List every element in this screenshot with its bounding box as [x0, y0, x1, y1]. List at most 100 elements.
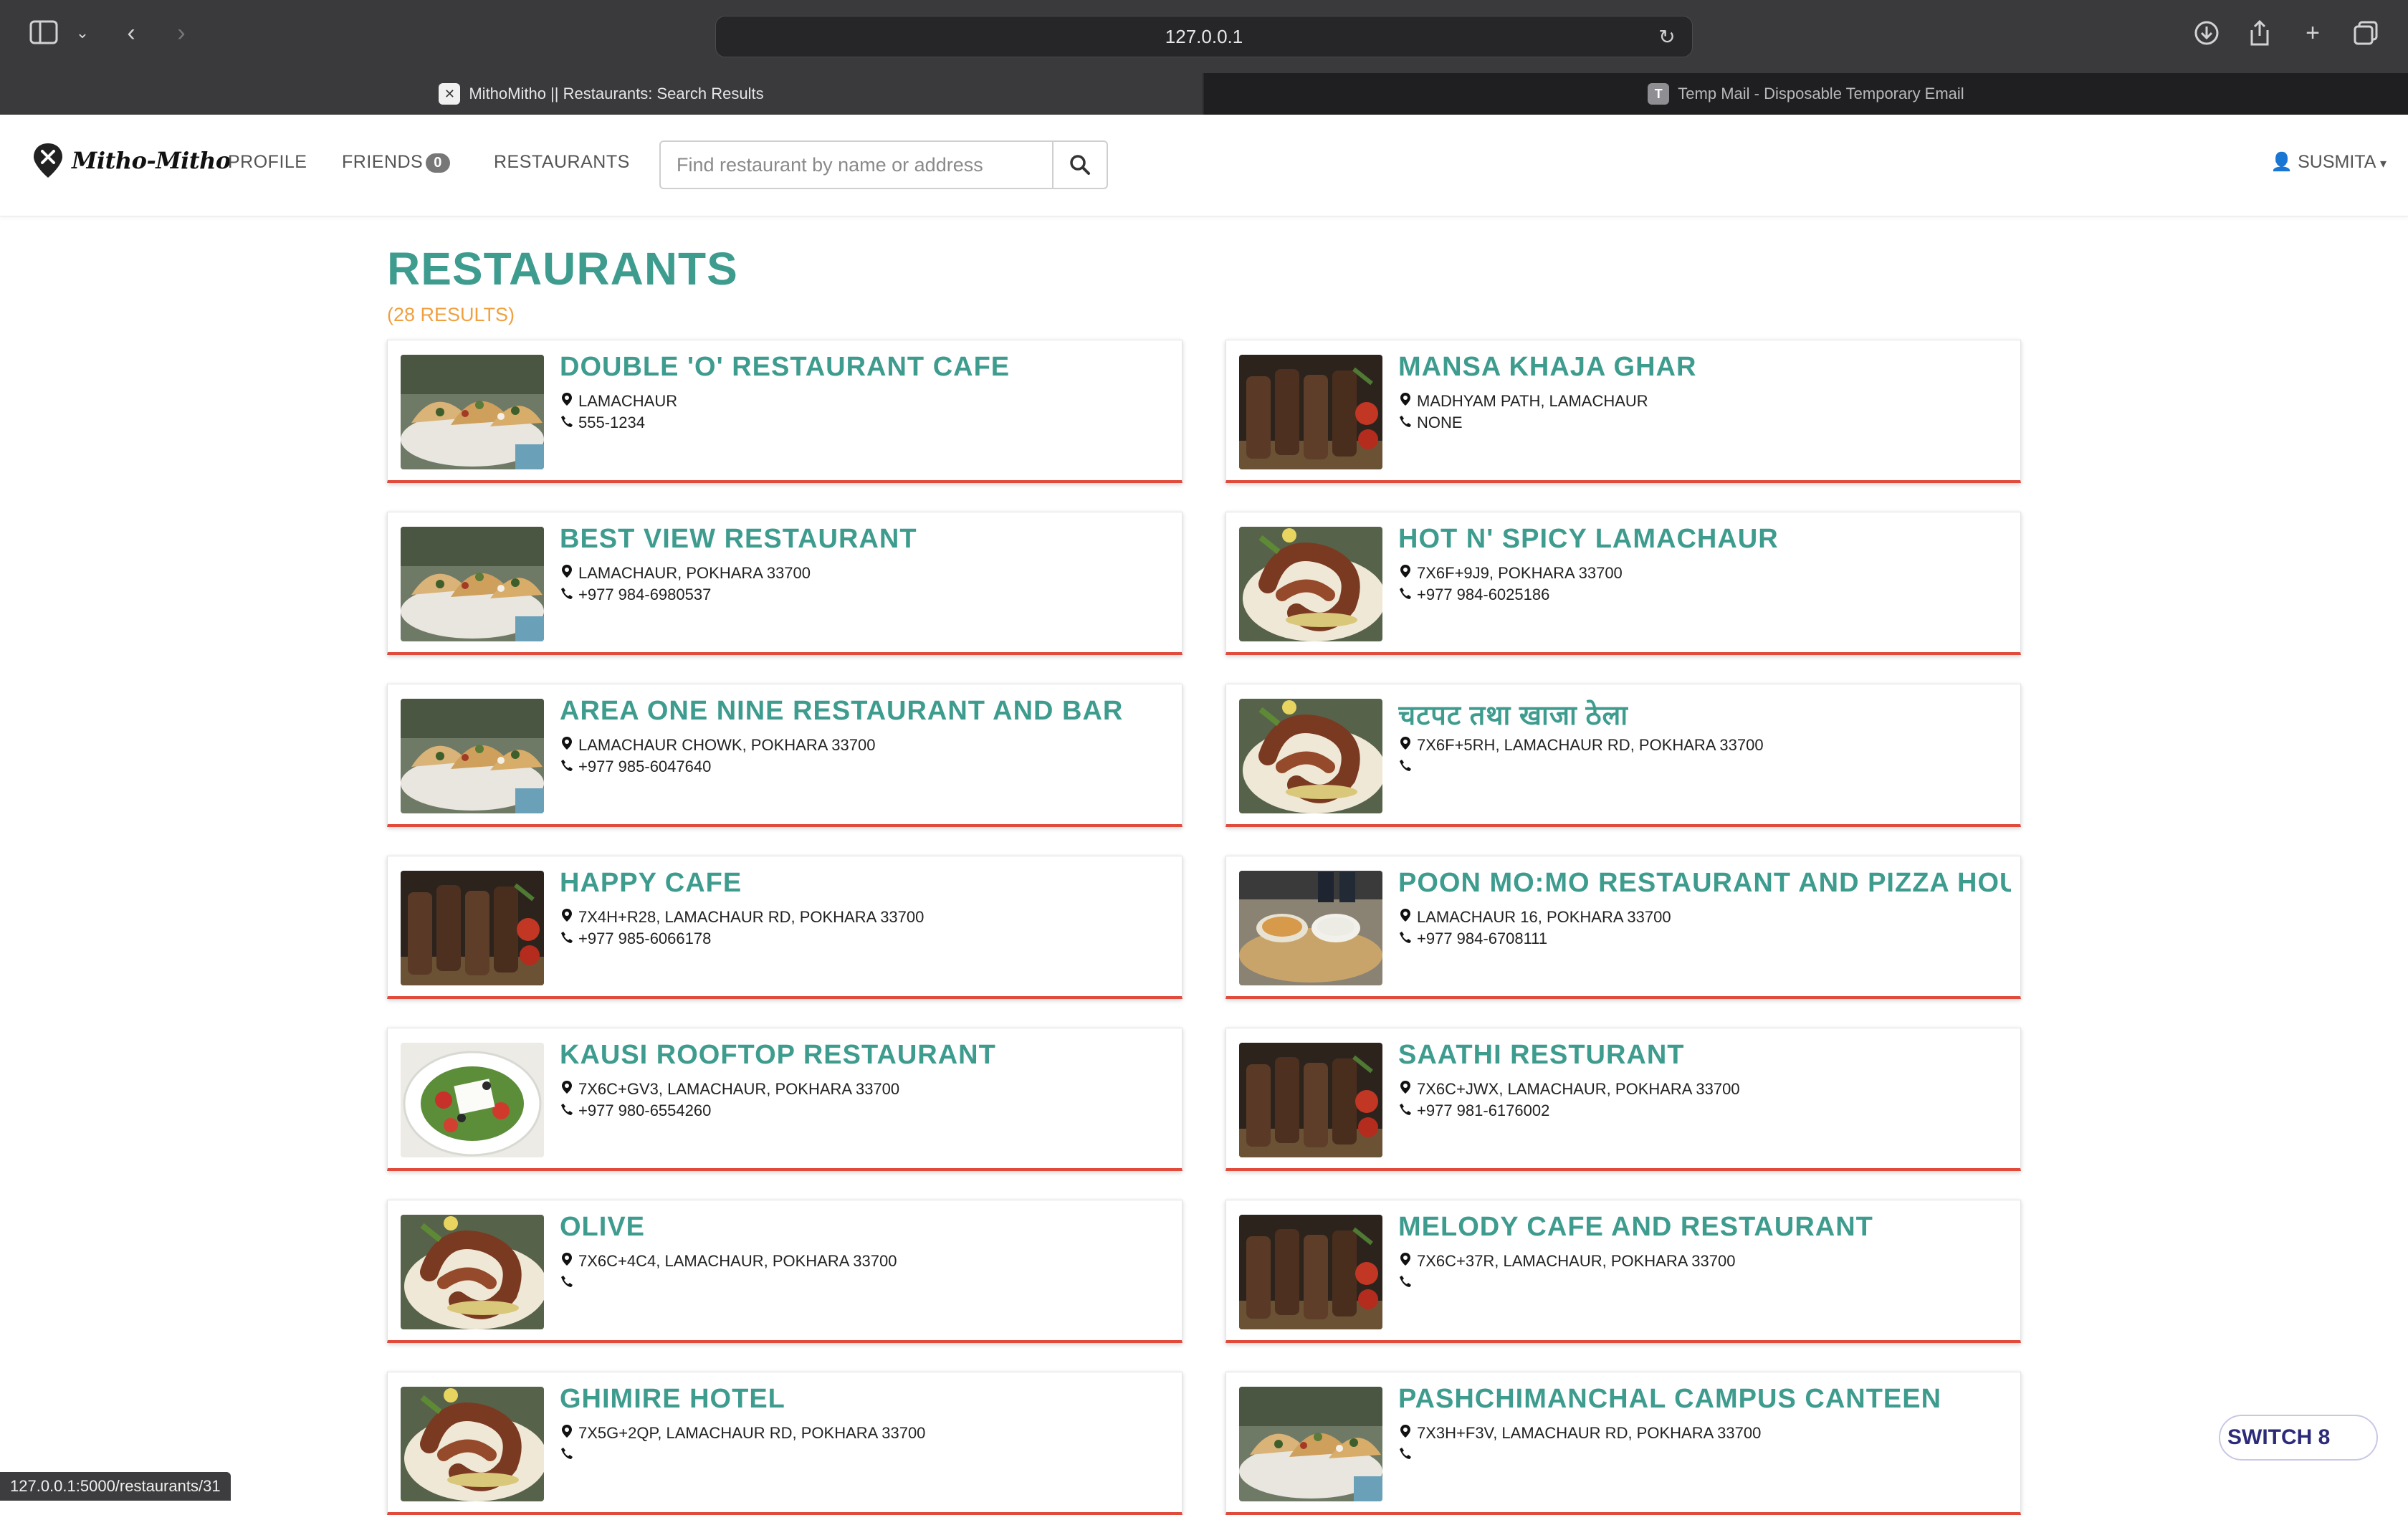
restaurant-name[interactable]: HAPPY CAFE — [560, 868, 742, 899]
restaurant-image[interactable] — [1239, 699, 1382, 813]
new-tab-icon[interactable]: + — [2296, 19, 2329, 52]
restaurant-name[interactable]: HOT N' SPICY LAMACHAUR — [1398, 524, 1779, 555]
restaurant-name[interactable]: DOUBLE 'O' RESTAURANT CAFE — [560, 352, 1010, 383]
restaurant-image[interactable] — [401, 699, 544, 813]
phone-text: +977 980-6554260 — [578, 1101, 712, 1119]
search-icon — [1070, 155, 1090, 175]
restaurant-card[interactable]: BEST VIEW RESTAURANT LAMACHAUR, POKHARA 3… — [387, 512, 1182, 655]
caret-down-icon: ▾ — [2379, 156, 2386, 171]
search-button[interactable] — [1052, 140, 1108, 189]
restaurant-image[interactable] — [1239, 527, 1382, 641]
phone-icon — [560, 1275, 574, 1292]
restaurant-card[interactable]: KAUSI ROOFTOP RESTAURANT 7X6C+GV3, LAMACH… — [387, 1028, 1182, 1171]
restaurant-image[interactable] — [401, 871, 544, 985]
restaurant-image[interactable] — [1239, 355, 1382, 469]
restaurant-address: LAMACHAUR 16, POKHARA 33700 — [1398, 908, 1671, 927]
back-icon[interactable]: ‹ — [115, 19, 148, 52]
map-pin-logo-icon — [34, 143, 62, 178]
brand-link[interactable]: Mitho-Mitho — [32, 142, 231, 179]
restaurant-card[interactable]: MELODY CAFE AND RESTAURANT 7X6C+37R, LAMA… — [1226, 1200, 2021, 1343]
nav-restaurants[interactable]: RESTAURANTS — [494, 152, 630, 173]
phone-icon — [1398, 587, 1413, 604]
restaurant-address: LAMACHAUR, POKHARA 33700 — [560, 564, 811, 583]
restaurant-phone: +977 984-6708111 — [1398, 929, 1547, 948]
phone-text: +977 984-6980537 — [578, 586, 712, 603]
restaurant-image[interactable] — [1239, 871, 1382, 985]
nav-profile[interactable]: PROFILE — [228, 152, 307, 173]
restaurant-name[interactable]: BEST VIEW RESTAURANT — [560, 524, 917, 555]
restaurant-card[interactable]: HOT N' SPICY LAMACHAUR 7X6F+9J9, POKHARA … — [1226, 512, 2021, 655]
sidebar-toggle-icon[interactable] — [27, 20, 60, 53]
restaurant-card[interactable]: चटपट तथा खाजा ठेला 7X6F+5RH, LAMACHAUR RD… — [1226, 684, 2021, 827]
restaurant-card[interactable]: GHIMIRE HOTEL 7X5G+2QP, LAMACHAUR RD, POK… — [387, 1372, 1182, 1515]
page-title: RESTAURANTS — [387, 243, 738, 295]
restaurant-image[interactable] — [401, 1387, 544, 1501]
restaurant-phone: +977 984-6980537 — [560, 586, 711, 604]
restaurant-address: 7X6C+GV3, LAMACHAUR, POKHARA 33700 — [560, 1080, 899, 1099]
tab-overview-icon[interactable] — [2349, 20, 2382, 53]
restaurant-address: LAMACHAUR CHOWK, POKHARA 33700 — [560, 736, 875, 755]
restaurant-phone: +977 984-6025186 — [1398, 586, 1549, 604]
restaurant-image[interactable] — [1239, 1043, 1382, 1157]
map-marker-icon — [560, 1252, 574, 1271]
restaurant-name[interactable]: SAATHI RESTURANT — [1398, 1040, 1685, 1071]
forward-icon[interactable]: › — [165, 19, 198, 52]
restaurant-card[interactable]: SAATHI RESTURANT 7X6C+JWX, LAMACHAUR, POK… — [1226, 1028, 2021, 1171]
restaurant-address: LAMACHAUR — [560, 392, 677, 411]
chevron-down-icon[interactable]: ⌄ — [66, 19, 99, 52]
tab-mithomitho[interactable]: ✕ MithoMitho || Restaurants: Search Resu… — [0, 73, 1203, 115]
restaurant-card[interactable]: POON MO:MO RESTAURANT AND PIZZA HOU LAMAC… — [1226, 856, 2021, 999]
restaurant-card[interactable]: PASHCHIMANCHAL CAMPUS CANTEEN 7X3H+F3V, L… — [1226, 1372, 2021, 1515]
restaurant-address: MADHYAM PATH, LAMACHAUR — [1398, 392, 1648, 411]
phone-text: +977 984-6708111 — [1417, 929, 1548, 947]
reload-icon[interactable]: ↻ — [1655, 25, 1679, 49]
restaurant-phone: +977 980-6554260 — [560, 1101, 711, 1120]
address-text: 7X3H+F3V, LAMACHAUR RD, POKHARA 33700 — [1417, 1424, 1762, 1442]
status-url-tooltip: 127.0.0.1:5000/restaurants/31 — [0, 1472, 231, 1501]
address-text: 7X4H+R28, LAMACHAUR RD, POKHARA 33700 — [578, 908, 924, 926]
restaurant-name[interactable]: PASHCHIMANCHAL CAMPUS CANTEEN — [1398, 1384, 1941, 1415]
restaurant-name[interactable]: OLIVE — [560, 1212, 645, 1243]
restaurant-image[interactable] — [401, 527, 544, 641]
restaurant-image[interactable] — [401, 1215, 544, 1329]
restaurant-name[interactable]: KAUSI ROOFTOP RESTAURANT — [560, 1040, 996, 1071]
phone-text: +977 981-6176002 — [1417, 1101, 1550, 1119]
restaurant-name[interactable]: AREA ONE NINE RESTAURANT AND BAR — [560, 696, 1123, 727]
share-icon[interactable] — [2243, 19, 2276, 52]
map-marker-icon — [560, 736, 574, 755]
address-bar[interactable]: 127.0.0.1 ↻ — [715, 16, 1693, 57]
restaurant-name[interactable]: GHIMIRE HOTEL — [560, 1384, 785, 1415]
nav-friends[interactable]: FRIENDS 0 — [342, 152, 450, 173]
map-marker-icon — [1398, 1424, 1413, 1443]
phone-icon — [560, 415, 574, 432]
address-text: 7X5G+2QP, LAMACHAUR RD, POKHARA 33700 — [578, 1424, 926, 1442]
restaurant-phone: 555-1234 — [560, 414, 645, 432]
restaurant-name[interactable]: MANSA KHAJA GHAR — [1398, 352, 1696, 383]
restaurant-name[interactable]: POON MO:MO RESTAURANT AND PIZZA HOU — [1398, 868, 2011, 899]
map-marker-icon — [1398, 1080, 1413, 1099]
restaurant-card[interactable]: DOUBLE 'O' RESTAURANT CAFE LAMACHAUR 555-1… — [387, 340, 1182, 483]
download-icon[interactable] — [2190, 20, 2223, 53]
restaurant-card[interactable]: OLIVE 7X6C+4C4, LAMACHAUR, POKHARA 33700 — [387, 1200, 1182, 1343]
restaurant-card[interactable]: MANSA KHAJA GHAR MADHYAM PATH, LAMACHAUR N… — [1226, 340, 2021, 483]
address-text: LAMACHAUR — [578, 392, 678, 410]
restaurant-image[interactable] — [401, 355, 544, 469]
restaurant-name[interactable]: चटपट तथा खाजा ठेला — [1398, 696, 1628, 733]
restaurant-image[interactable] — [401, 1043, 544, 1157]
restaurant-image[interactable] — [1239, 1215, 1382, 1329]
restaurant-image[interactable] — [1239, 1387, 1382, 1501]
restaurant-address: 7X6F+9J9, POKHARA 33700 — [1398, 564, 1623, 583]
restaurant-card[interactable]: AREA ONE NINE RESTAURANT AND BAR LAMACHAU… — [387, 684, 1182, 827]
map-marker-icon — [1398, 908, 1413, 927]
address-text: 7X6C+37R, LAMACHAUR, POKHARA 33700 — [1417, 1252, 1736, 1270]
restaurant-name[interactable]: MELODY CAFE AND RESTAURANT — [1398, 1212, 1873, 1243]
phone-text: +977 985-6047640 — [578, 758, 712, 775]
restaurant-card[interactable]: HAPPY CAFE 7X4H+R28, LAMACHAUR RD, POKHAR… — [387, 856, 1182, 999]
phone-icon — [1398, 1447, 1413, 1464]
restaurant-phone — [560, 1445, 578, 1464]
user-menu[interactable]: 👤 SUSMITA ▾ — [2270, 152, 2386, 173]
tab-temp-mail[interactable]: T Temp Mail - Disposable Temporary Email — [1204, 73, 2408, 115]
restaurant-search-input[interactable] — [659, 140, 1054, 189]
address-text: LAMACHAUR 16, POKHARA 33700 — [1417, 908, 1671, 926]
switch-button[interactable]: SWITCH 8 — [2219, 1415, 2378, 1461]
